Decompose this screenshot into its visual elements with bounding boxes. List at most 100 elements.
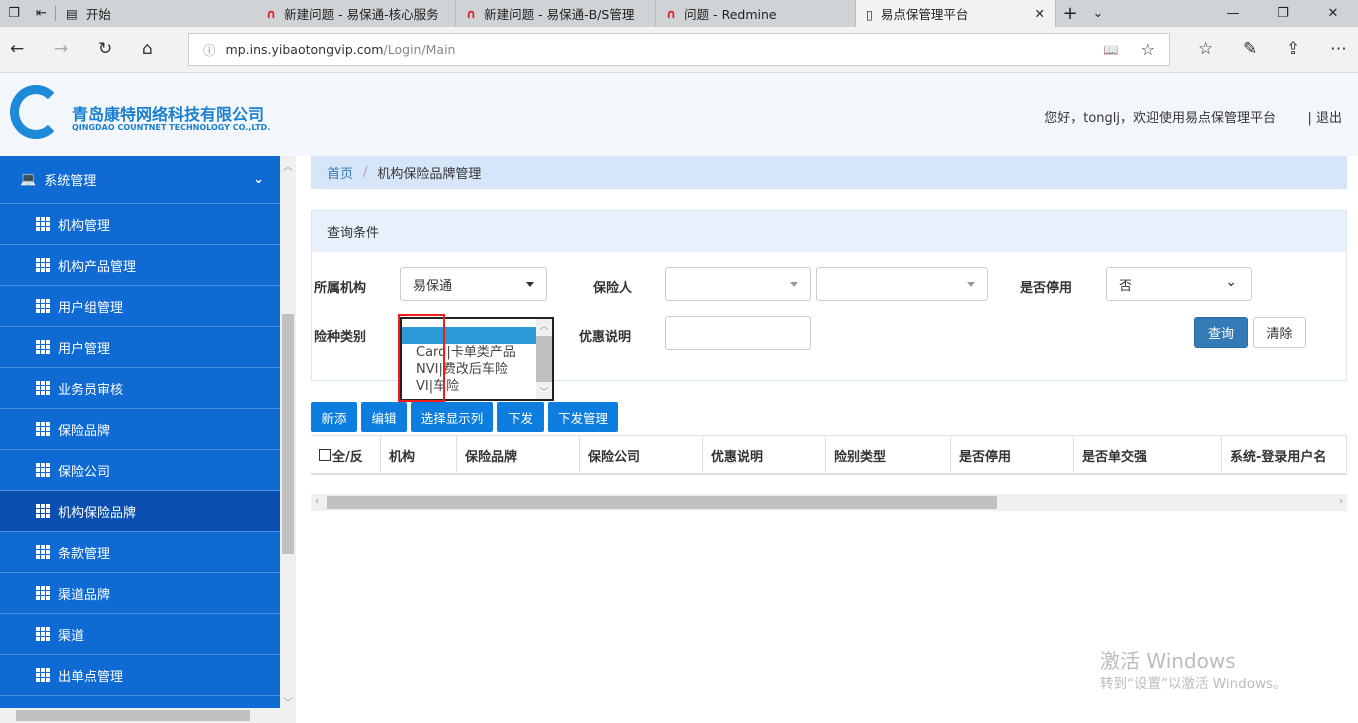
windows-activation-hint: 转到“设置”以激活 Windows。 [1100, 676, 1287, 692]
issue-button[interactable]: 下发 [497, 402, 544, 432]
company-name-cn: 青岛康特网络科技有限公司 [72, 105, 265, 124]
close-tab-icon[interactable]: ✕ [1035, 6, 1045, 21]
grid-icon [36, 668, 50, 682]
sidebar: 💻 系统管理 ⌄ 机构管理 机构产品管理 用户组管理 用户管理 业务员审核 保险品牌 保险公… [0, 156, 280, 723]
org-select[interactable]: 易保通 [400, 267, 547, 301]
sidebar-item[interactable]: 用户管理 [0, 327, 280, 368]
set-aside-tabs-icon[interactable]: ⇤ [28, 6, 56, 21]
sidebar-item[interactable]: 机构保险品牌 [0, 491, 280, 532]
insurer-select[interactable] [665, 267, 811, 301]
favorite-star-icon[interactable]: ☆ [1141, 40, 1155, 59]
caret-down-icon [790, 282, 798, 291]
chevron-down-icon[interactable]: ⌄ [1084, 6, 1112, 21]
discount-input[interactable] [665, 316, 811, 350]
more-icon[interactable]: ⋯ [1330, 39, 1347, 59]
query-panel-title: 查询条件 [312, 211, 1346, 252]
tab-start[interactable]: ▤ 开始 [56, 0, 256, 27]
sidebar-item[interactable]: 用户组管理 [0, 286, 280, 327]
share-icon[interactable]: ⇪ [1286, 39, 1300, 59]
column-header: 是否停用 [951, 436, 1074, 474]
close-window-icon[interactable]: ✕ [1308, 6, 1358, 21]
edit-button[interactable]: 编辑 [361, 402, 407, 432]
sidebar-item[interactable]: 渠道 [0, 614, 280, 655]
sidebar-item[interactable]: 保险公司 [0, 450, 280, 491]
computer-icon: 💻 [20, 172, 37, 187]
page-icon: ▯ [866, 7, 873, 22]
tab-active[interactable]: ▯ 易点保管理平台 ✕ [856, 0, 1056, 27]
grid-icon [36, 545, 50, 559]
column-header: 险别类型 [826, 436, 951, 474]
sidebar-horizontal-scrollbar[interactable] [0, 708, 280, 723]
column-header: 是否单交强 [1074, 436, 1222, 474]
column-header: 保险公司 [580, 436, 703, 474]
back-icon[interactable]: ← [10, 39, 24, 59]
welcome-text: 您好，tonglj，欢迎使用易点保管理平台 [1044, 111, 1276, 126]
issue-manage-button[interactable]: 下发管理 [548, 402, 618, 432]
highlight-annotation [398, 314, 445, 402]
listbox-scrollbar[interactable]: ︿ ﹀ [536, 319, 552, 399]
tab-redmine-issues[interactable]: ∩ 问题 - Redmine [656, 0, 856, 27]
grid-icon [36, 504, 50, 518]
grid-icon [36, 299, 50, 313]
redmine-icon: ∩ [666, 6, 677, 21]
url-input[interactable]: ⓘ mp.ins.yibaotongvip.com/Login/Main 📖 ☆ [188, 33, 1170, 66]
caret-down-icon [526, 282, 534, 291]
grid-icon [36, 217, 50, 231]
add-button[interactable]: 新添 [311, 402, 357, 432]
company-name-en: QINGDAO COUNTNET TECHNOLOGY CO.,LTD. [72, 123, 271, 132]
insurer-label: 保险人 [593, 281, 633, 296]
chevron-down-icon: ⌄ [253, 172, 264, 187]
column-header[interactable]: 全/反 [311, 436, 381, 474]
insurer-sub-select[interactable] [816, 267, 988, 301]
breadcrumb-current: 机构保险品牌管理 [377, 167, 482, 182]
sidebar-item[interactable]: 机构产品管理 [0, 245, 280, 286]
address-bar-row: ← → ↻ ⌂ ⓘ mp.ins.yibaotongvip.com/Login/… [0, 27, 1358, 73]
select-columns-button[interactable]: 选择显示列 [411, 402, 493, 432]
start-page-icon: ▤ [66, 6, 78, 21]
tab-manager-icon[interactable]: ❐ [0, 6, 28, 21]
tab-redmine-core[interactable]: ∩ 新建问题 - 易保通-核心服务 [256, 0, 456, 27]
new-tab-icon[interactable]: + [1056, 3, 1084, 24]
sidebar-item[interactable]: 保险品牌 [0, 409, 280, 450]
chevron-down-icon: ⌄ [1225, 274, 1237, 290]
browser-tab-bar: ❐ ⇤ ▤ 开始 ∩ 新建问题 - 易保通-核心服务 ∩ 新建问题 - 易保通-B/S… [0, 0, 1358, 27]
column-header: 机构 [381, 436, 457, 474]
disabled-label: 是否停用 [1020, 281, 1073, 296]
type-label: 险种类别 [314, 330, 367, 345]
search-button[interactable]: 查询 [1194, 317, 1248, 348]
forward-icon[interactable]: → [54, 39, 68, 59]
site-header: 青岛康特网络科技有限公司 QINGDAO COUNTNET TECHNOLOGY… [0, 73, 1358, 156]
home-icon[interactable]: ⌂ [142, 39, 153, 59]
maximize-icon[interactable]: ❐ [1258, 6, 1308, 21]
logout-link[interactable]: | 退出 [1307, 107, 1342, 126]
sidebar-scrollbar[interactable]: ︿ ﹀ [280, 156, 296, 723]
reading-view-icon[interactable]: 📖 [1103, 42, 1119, 58]
sidebar-item[interactable]: 条款管理 [0, 532, 280, 573]
minimize-icon[interactable]: — [1208, 6, 1258, 21]
sidebar-item[interactable]: 业务员审核 [0, 368, 280, 409]
sidebar-section-system[interactable]: 💻 系统管理 ⌄ [0, 156, 280, 204]
column-header: 保险品牌 [457, 436, 580, 474]
clear-button[interactable]: 清除 [1253, 317, 1306, 348]
windows-activation-watermark: 激活 Windows [1100, 649, 1236, 673]
select-all-checkbox[interactable] [319, 449, 331, 461]
org-label: 所属机构 [314, 281, 367, 296]
discount-label: 优惠说明 [579, 330, 632, 345]
disabled-select[interactable]: 否 ⌄ [1106, 267, 1252, 301]
tab-redmine-bs[interactable]: ∩ 新建问题 - 易保通-B/S管理 [456, 0, 656, 27]
table-horizontal-scrollbar[interactable]: ‹ › [311, 494, 1347, 511]
info-icon: ⓘ [203, 43, 216, 58]
breadcrumb-home[interactable]: 首页 [327, 163, 353, 182]
favorites-icon[interactable]: ☆ [1198, 39, 1213, 59]
grid-icon [36, 340, 50, 354]
breadcrumb: 首页 / 机构保险品牌管理 [311, 156, 1347, 189]
refresh-icon[interactable]: ↻ [98, 39, 112, 59]
grid-icon [36, 258, 50, 272]
sidebar-item[interactable]: 机构管理 [0, 204, 280, 245]
sidebar-item[interactable]: 渠道品牌 [0, 573, 280, 614]
company-logo-icon [10, 85, 62, 139]
caret-down-icon [967, 282, 975, 291]
sidebar-item[interactable]: 出单点管理 [0, 655, 280, 696]
pen-icon[interactable]: ✎ [1243, 39, 1257, 59]
grid-icon [36, 463, 50, 477]
